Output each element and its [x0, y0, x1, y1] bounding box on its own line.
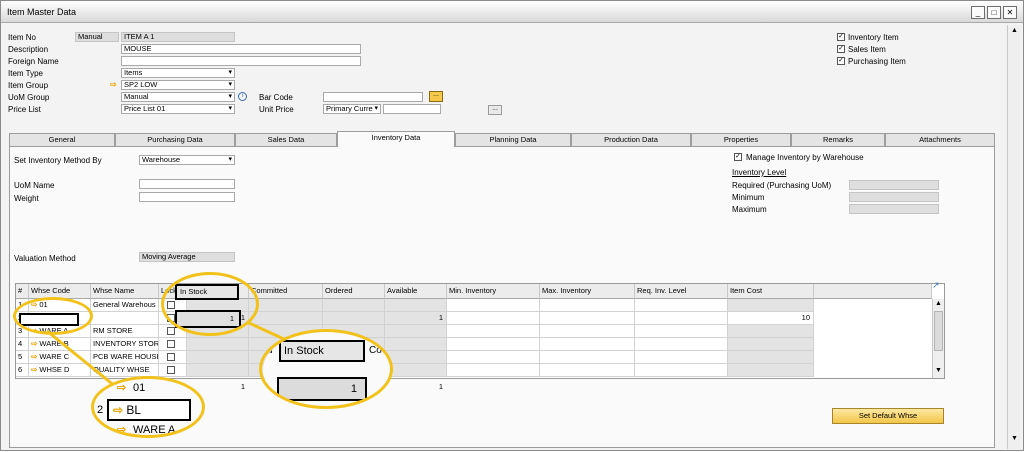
tab-inventory-data[interactable]: Inventory Data	[337, 131, 455, 147]
item-master-data-window: Item Master Data _ □ ✕ Item No Manual IT…	[0, 0, 1024, 451]
connector-line	[46, 329, 122, 393]
bl-zoom-ring	[91, 376, 205, 438]
in-stock-zoom-ring	[259, 329, 393, 409]
